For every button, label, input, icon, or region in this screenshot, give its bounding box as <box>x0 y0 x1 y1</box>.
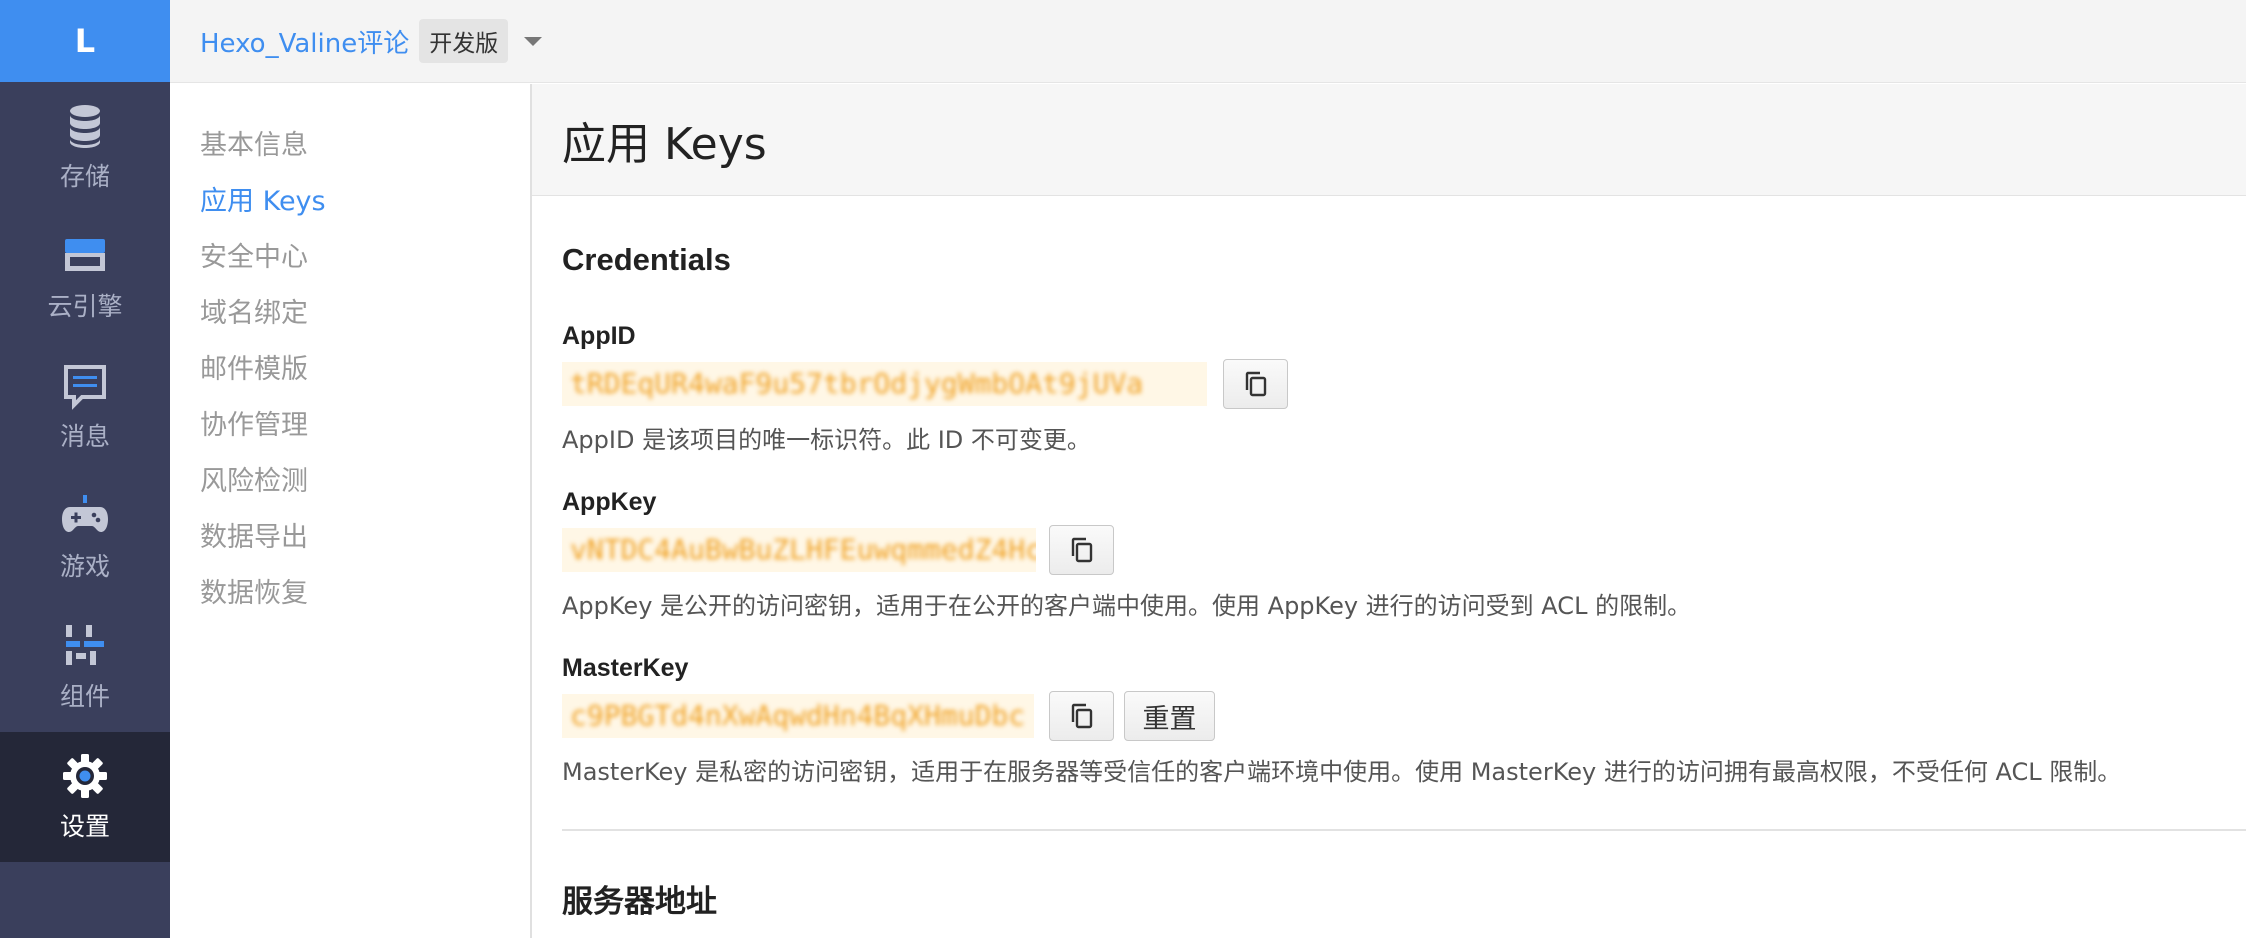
cloud-engine-icon <box>65 239 105 271</box>
subnav-item-app-keys[interactable]: 应用 Keys <box>170 174 530 230</box>
subnav-item-basic-info[interactable]: 基本信息 <box>170 118 530 174</box>
nav-item-game[interactable]: 游戏 <box>0 472 170 602</box>
masterkey-description: MasterKey 是私密的访问密钥，适用于在服务器等受信任的客户端环境中使用。… <box>562 758 2122 786</box>
copy-icon <box>1071 703 1092 729</box>
reset-masterkey-button[interactable]: 重置 <box>1124 691 1215 741</box>
copy-icon <box>1071 537 1092 563</box>
env-badge: 开发版 <box>419 19 509 63</box>
database-icon <box>70 105 100 148</box>
copy-appid-button[interactable] <box>1223 359 1288 409</box>
masterkey-label: MasterKey <box>562 654 689 682</box>
nav-item-storage[interactable]: 存储 <box>0 82 170 212</box>
nav-item-settings[interactable]: 设置 <box>0 732 170 862</box>
subnav-item-data-export[interactable]: 数据导出 <box>170 510 530 566</box>
page-header: 应用 Keys <box>532 84 2246 196</box>
nav-item-components[interactable]: 组件 <box>0 602 170 732</box>
nav-label-components: 组件 <box>59 682 110 711</box>
app-logo[interactable]: L <box>0 0 170 82</box>
section-divider <box>562 829 2246 831</box>
appkey-description: AppKey 是公开的访问密钥，适用于在公开的客户端中使用。使用 AppKey … <box>562 592 1692 620</box>
gamepad-icon <box>62 495 108 532</box>
nav-label-game: 游戏 <box>59 552 110 581</box>
nav-label-cloud-engine: 云引擎 <box>47 292 123 321</box>
appid-value[interactable]: tRDEqUR4waF9u57tbrOdjygWmbOAt9jUVa <box>562 362 1207 406</box>
credentials-heading: Credentials <box>562 242 731 277</box>
subnav-item-security[interactable]: 安全中心 <box>170 230 530 286</box>
app-name[interactable]: Hexo_Valine评论 <box>200 23 409 60</box>
gear-icon <box>63 754 107 798</box>
subnav-item-email-templates[interactable]: 邮件模版 <box>170 342 530 398</box>
settings-subnav: 基本信息 应用 Keys 安全中心 域名绑定 邮件模版 协作管理 风险检测 数据… <box>170 84 530 938</box>
copy-appkey-button[interactable] <box>1049 525 1114 575</box>
nav-label-settings: 设置 <box>59 812 110 841</box>
components-icon <box>66 625 104 665</box>
nav-item-message[interactable]: 消息 <box>0 342 170 472</box>
nav-label-message: 消息 <box>59 422 110 451</box>
nav-item-cloud-engine[interactable]: 云引擎 <box>0 212 170 342</box>
subnav-item-risk-detection[interactable]: 风险检测 <box>170 454 530 510</box>
masterkey-value[interactable]: c9PBGTd4nXwAqwdHn4BqXHmuDbc <box>562 694 1034 738</box>
top-header: Hexo_Valine评论 开发版 <box>170 0 2246 83</box>
masterkey-text: c9PBGTd4nXwAqwdHn4BqXHmuDbc <box>570 699 1026 732</box>
appkey-label: AppKey <box>562 488 657 516</box>
message-icon <box>64 365 106 410</box>
copy-icon <box>1245 371 1266 397</box>
panel-divider <box>530 84 532 938</box>
copy-masterkey-button[interactable] <box>1049 691 1114 741</box>
page-title: 应用 Keys <box>562 118 767 170</box>
subnav-item-domain-binding[interactable]: 域名绑定 <box>170 286 530 342</box>
left-nav: L 存储 云引擎 消息 游戏 组件 设置 <box>0 0 170 938</box>
appid-label: AppID <box>562 322 636 350</box>
subnav-item-data-restore[interactable]: 数据恢复 <box>170 566 530 622</box>
subnav-item-collaboration[interactable]: 协作管理 <box>170 398 530 454</box>
nav-label-storage: 存储 <box>59 162 110 191</box>
appid-description: AppID 是该项目的唯一标识符。此 ID 不可变更。 <box>562 426 1091 454</box>
appkey-value[interactable]: vNTDC4AuBwBuZLHFEuwqmmedZ4HcE7 <box>562 528 1036 572</box>
appkey-text: vNTDC4AuBwBuZLHFEuwqmmedZ4HcE7 <box>570 533 1036 566</box>
server-address-heading: 服务器地址 <box>562 884 717 919</box>
appid-text: tRDEqUR4waF9u57tbrOdjygWmbOAt9jUVa <box>570 367 1144 400</box>
chevron-down-icon[interactable] <box>524 36 543 46</box>
